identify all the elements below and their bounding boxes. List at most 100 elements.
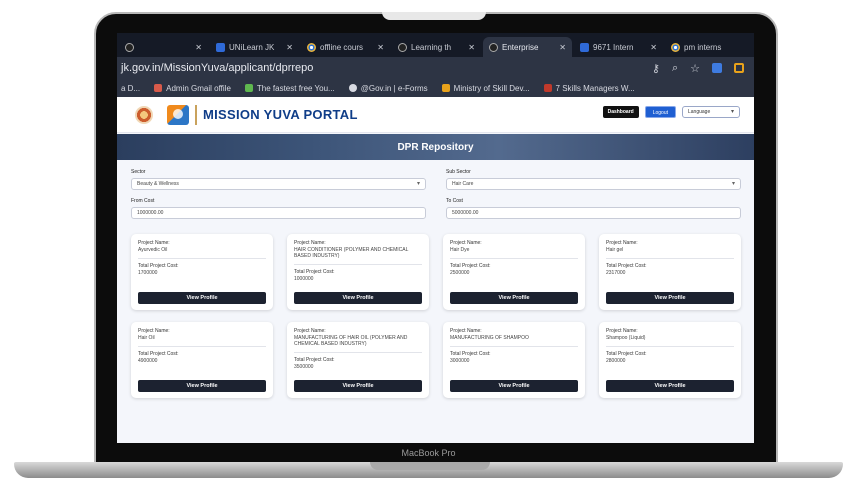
portal-header: MISSION YUVA PORTAL Dashboard Logout Lan… bbox=[117, 97, 754, 133]
browser-tab[interactable]: UNiLearn JK ✕ bbox=[210, 37, 299, 57]
project-card: Project Name: Ayurvedic Oil Total Projec… bbox=[131, 234, 273, 310]
bookmark-star-icon[interactable]: ☆ bbox=[690, 62, 700, 75]
project-name: HAIR CONDITIONER (POLYMER AND CHEMICAL B… bbox=[294, 247, 409, 259]
total-cost: 2317000 bbox=[606, 270, 626, 276]
extension-icon[interactable] bbox=[712, 63, 722, 73]
dashboard-button[interactable]: Dashboard bbox=[602, 106, 639, 118]
view-profile-button[interactable]: View Profile bbox=[138, 292, 266, 304]
project-name: Hair Oil bbox=[138, 335, 155, 341]
total-cost-label: Total Project Cost: bbox=[450, 351, 491, 357]
browser-tab-active[interactable]: Enterprise ✕ bbox=[483, 37, 572, 57]
browser-tab-bar: ✕ UNiLearn JK ✕ offline cours ✕ Learning t… bbox=[117, 33, 754, 57]
screenshot-stage: ✕ UNiLearn JK ✕ offline cours ✕ Learning t… bbox=[0, 0, 857, 486]
mission-yuva-logo-icon bbox=[167, 104, 189, 125]
project-cards-grid: Project Name: Ayurvedic Oil Total Projec… bbox=[131, 234, 741, 398]
project-card: Project Name: HAIR CONDITIONER (POLYMER … bbox=[287, 234, 429, 310]
close-tab-icon[interactable]: ✕ bbox=[559, 43, 566, 52]
total-cost-label: Total Project Cost: bbox=[138, 263, 179, 269]
bookmark-item[interactable]: The fastest free You... bbox=[244, 84, 335, 93]
project-name: Hair Dye bbox=[450, 247, 470, 253]
project-name-label: Project Name: bbox=[138, 328, 170, 334]
laptop-screen: ✕ UNiLearn JK ✕ offline cours ✕ Learning t… bbox=[117, 33, 754, 443]
project-card: Project Name: Hair Oil Total Project Cos… bbox=[131, 322, 273, 398]
browser-tab[interactable]: offline cours ✕ bbox=[301, 37, 390, 57]
skills-icon bbox=[543, 84, 552, 92]
total-cost-label: Total Project Cost: bbox=[294, 357, 335, 363]
total-cost: 1000000 bbox=[294, 276, 314, 282]
project-name-label: Project Name: bbox=[294, 240, 326, 246]
project-name: MANUFACTURING OF HAIR OIL (POLYMER AND C… bbox=[294, 335, 408, 347]
language-select[interactable]: Language bbox=[682, 106, 740, 118]
extension-icon[interactable] bbox=[734, 63, 744, 73]
state-emblem-icon bbox=[135, 105, 153, 124]
project-card: Project Name: Shampoo (Liquid) Total Pro… bbox=[599, 322, 741, 398]
card-divider bbox=[294, 264, 422, 265]
bookmark-item[interactable]: @Gov.in | e-Forms bbox=[348, 84, 428, 93]
project-name-label: Project Name: bbox=[606, 240, 638, 246]
bookmark-item[interactable]: 7 Skills Managers W... bbox=[543, 84, 635, 93]
header-actions: Dashboard Logout Language bbox=[602, 106, 740, 118]
card-divider bbox=[450, 258, 578, 259]
browser-tab[interactable]: pm interns bbox=[665, 37, 754, 57]
bookmark-item[interactable]: Ministry of Skill Dev... bbox=[441, 84, 530, 93]
url-field[interactable]: jk.gov.in/MissionYuva/applicant/dprrepo bbox=[121, 62, 652, 74]
from-cost-label: From Cost bbox=[131, 198, 155, 204]
page-title: DPR Repository bbox=[397, 141, 474, 153]
total-cost-label: Total Project Cost: bbox=[606, 263, 647, 269]
to-cost-input[interactable]: 5000000.00 bbox=[446, 207, 741, 219]
view-profile-button[interactable]: View Profile bbox=[450, 292, 578, 304]
logout-button[interactable]: Logout bbox=[644, 106, 676, 118]
view-profile-button[interactable]: View Profile bbox=[606, 292, 734, 304]
total-cost: 4900000 bbox=[138, 358, 158, 364]
close-tab-icon[interactable]: ✕ bbox=[286, 43, 293, 52]
total-cost-label: Total Project Cost: bbox=[606, 351, 647, 357]
address-bar: jk.gov.in/MissionYuva/applicant/dprrepo … bbox=[117, 57, 754, 79]
page-banner: DPR Repository bbox=[117, 134, 754, 160]
camera-notch bbox=[382, 12, 486, 20]
project-name-label: Project Name: bbox=[294, 328, 326, 334]
sector-label: Sector bbox=[131, 169, 146, 175]
total-cost: 3500000 bbox=[294, 364, 314, 370]
from-cost-input[interactable]: 1000000.00 bbox=[131, 207, 426, 219]
gov-icon bbox=[348, 84, 357, 92]
portal-page: MISSION YUVA PORTAL Dashboard Logout Lan… bbox=[117, 97, 754, 443]
close-tab-icon[interactable]: ✕ bbox=[195, 43, 202, 52]
password-key-icon[interactable]: ⚷ bbox=[652, 62, 660, 75]
project-name-label: Project Name: bbox=[450, 328, 482, 334]
chrome-icon bbox=[671, 42, 680, 52]
subsector-label: Sub Sector bbox=[446, 169, 471, 175]
project-name-label: Project Name: bbox=[138, 240, 170, 246]
browser-tab[interactable]: 9671 Intern ✕ bbox=[574, 37, 663, 57]
chrome-icon bbox=[307, 42, 316, 52]
view-profile-button[interactable]: View Profile bbox=[294, 292, 422, 304]
view-profile-button[interactable]: View Profile bbox=[450, 380, 578, 392]
view-profile-button[interactable]: View Profile bbox=[138, 380, 266, 392]
total-cost: 3000000 bbox=[450, 358, 470, 364]
total-cost: 1700000 bbox=[138, 270, 158, 276]
close-tab-icon[interactable]: ✕ bbox=[377, 43, 384, 52]
sector-select[interactable]: Beauty & Wellness bbox=[131, 178, 426, 190]
learning-icon bbox=[398, 42, 407, 52]
view-profile-button[interactable]: View Profile bbox=[606, 380, 734, 392]
browser-tab[interactable]: Learning th ✕ bbox=[392, 37, 481, 57]
subsector-select[interactable]: Hair Care bbox=[446, 178, 741, 190]
project-name-label: Project Name: bbox=[450, 240, 482, 246]
bookmark-item[interactable]: a D... bbox=[121, 84, 140, 93]
card-divider bbox=[138, 258, 266, 259]
zoom-icon[interactable]: ⌕ bbox=[672, 62, 678, 75]
gmail-icon bbox=[154, 84, 163, 92]
close-tab-icon[interactable]: ✕ bbox=[650, 43, 657, 52]
bookmark-item[interactable]: Admin Gmail offile bbox=[154, 84, 231, 93]
laptop-base-notch bbox=[370, 462, 490, 470]
close-tab-icon[interactable]: ✕ bbox=[468, 43, 475, 52]
enterprise-icon bbox=[489, 42, 498, 52]
view-profile-button[interactable]: View Profile bbox=[294, 380, 422, 392]
project-name: Ayurvedic Oil bbox=[138, 247, 168, 253]
filter-panel: Sector Beauty & Wellness Sub Sector Hair… bbox=[131, 169, 741, 227]
project-card: Project Name: Hair gel Total Project Cos… bbox=[599, 234, 741, 310]
browser-tab[interactable]: ✕ bbox=[119, 37, 208, 57]
project-name: Hair gel bbox=[606, 247, 624, 253]
project-name-label: Project Name: bbox=[606, 328, 638, 334]
to-cost-label: To Cost bbox=[446, 198, 463, 204]
total-cost-label: Total Project Cost: bbox=[138, 351, 179, 357]
